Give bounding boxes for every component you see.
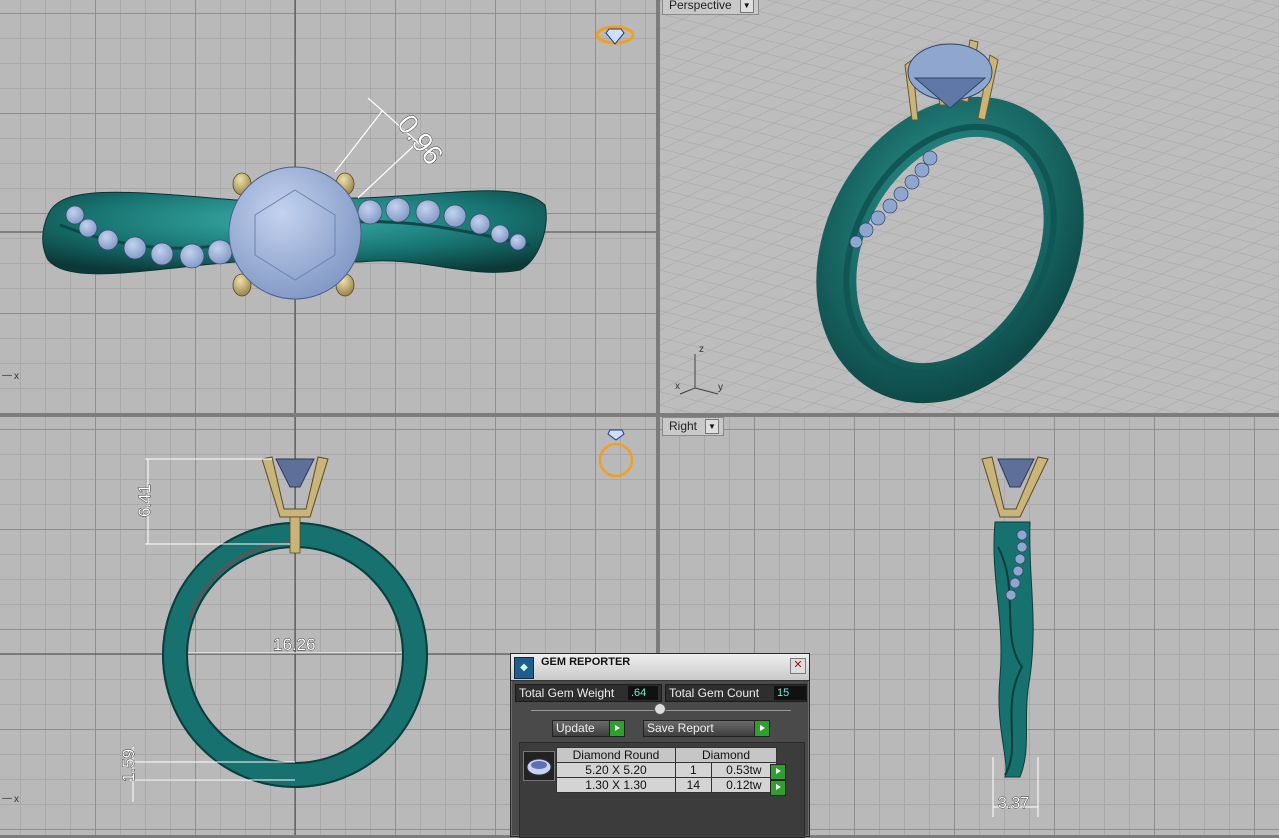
- front-inner-dimension: 16.26: [273, 635, 316, 654]
- gem-table-header-shape: Diamond Round: [556, 747, 676, 763]
- table-row[interactable]: 1.30 X 1.30 14 0.12tw: [556, 777, 778, 793]
- gem-table-header-type: Diamond: [675, 747, 777, 763]
- gem-size-cell: 1.30 X 1.30: [556, 777, 676, 793]
- axis-line-label: —: [2, 370, 12, 381]
- close-icon[interactable]: ✕: [790, 658, 806, 674]
- update-button[interactable]: Update: [552, 720, 625, 737]
- axis-z-label: z: [699, 344, 704, 355]
- diamond-round-thumbnail: [523, 751, 555, 781]
- axis-x-label: x: [14, 371, 19, 382]
- axis-x-label: x: [14, 794, 19, 805]
- axis-y-label: y: [718, 382, 723, 393]
- gem-reporter-panel[interactable]: ◆ GEM REPORTER ✕ Total Gem Weight .64 To…: [510, 653, 810, 838]
- perspective-view-scene: [660, 0, 1279, 413]
- gem-reporter-logo-icon: ◆: [514, 657, 534, 679]
- gem-reporter-title: GEM REPORTER: [541, 656, 631, 668]
- gem-reporter-titlebar[interactable]: ◆ GEM REPORTER ✕: [511, 654, 809, 681]
- perspective-label: Perspective: [669, 0, 732, 12]
- gem-count-cell: 14: [675, 777, 712, 793]
- right-width-dimension: 3.37: [998, 795, 1029, 812]
- dropdown-arrow-icon[interactable]: ▼: [739, 0, 754, 13]
- axis-x-label: x: [675, 381, 680, 392]
- update-button-label: Update: [556, 721, 595, 735]
- total-gem-weight-value: .64: [628, 686, 658, 700]
- total-gem-weight-field: Total Gem Weight .64: [515, 684, 662, 702]
- front-height-dimension: 6.41: [135, 484, 154, 517]
- right-label: Right: [669, 419, 698, 433]
- viewport-perspective[interactable]: Perspective ▼ z x y: [660, 0, 1279, 413]
- save-report-button-label: Save Report: [647, 721, 714, 735]
- total-gem-count-label: Total Gem Count: [669, 686, 760, 700]
- gem-table: Diamond Round Diamond 5.20 X 5.20 1 0.53…: [556, 747, 778, 793]
- save-report-button[interactable]: Save Report: [643, 720, 770, 737]
- top-view-scene: 0.96: [0, 0, 656, 413]
- gem-weight-cell: 0.12tw: [710, 777, 778, 793]
- go-arrow-icon: [609, 721, 624, 736]
- ring-gem-gizmo-icon[interactable]: [598, 429, 634, 478]
- total-gem-count-field: Total Gem Count 15: [665, 684, 807, 702]
- dropdown-arrow-icon[interactable]: ▼: [705, 419, 720, 434]
- viewport-label-right[interactable]: Right ▼: [662, 417, 725, 436]
- axis-line-label: —: [2, 793, 12, 804]
- go-arrow-icon[interactable]: [770, 764, 786, 780]
- viewport-label-perspective[interactable]: Perspective ▼: [662, 0, 759, 15]
- table-row[interactable]: 5.20 X 5.20 1 0.53tw: [556, 762, 778, 778]
- gem-table-area: Diamond Round Diamond 5.20 X 5.20 1 0.53…: [519, 742, 805, 838]
- front-band-dimension: 1.59: [119, 749, 138, 782]
- gem-weight-cell: 0.53tw: [710, 762, 778, 778]
- top-dimension-label: 0.96: [391, 109, 449, 171]
- gem-count-cell: 1: [675, 762, 712, 778]
- total-gem-weight-label: Total Gem Weight: [519, 686, 615, 700]
- viewport-top[interactable]: 0.96 — x: [0, 0, 656, 413]
- gem-size-cell: 5.20 X 5.20: [556, 762, 676, 778]
- ring-gem-gizmo-icon[interactable]: [595, 25, 635, 45]
- go-arrow-icon: [754, 721, 769, 736]
- total-gem-count-value: 15: [774, 686, 806, 700]
- collapse-handle[interactable]: [654, 703, 666, 715]
- go-arrow-icon[interactable]: [770, 780, 786, 796]
